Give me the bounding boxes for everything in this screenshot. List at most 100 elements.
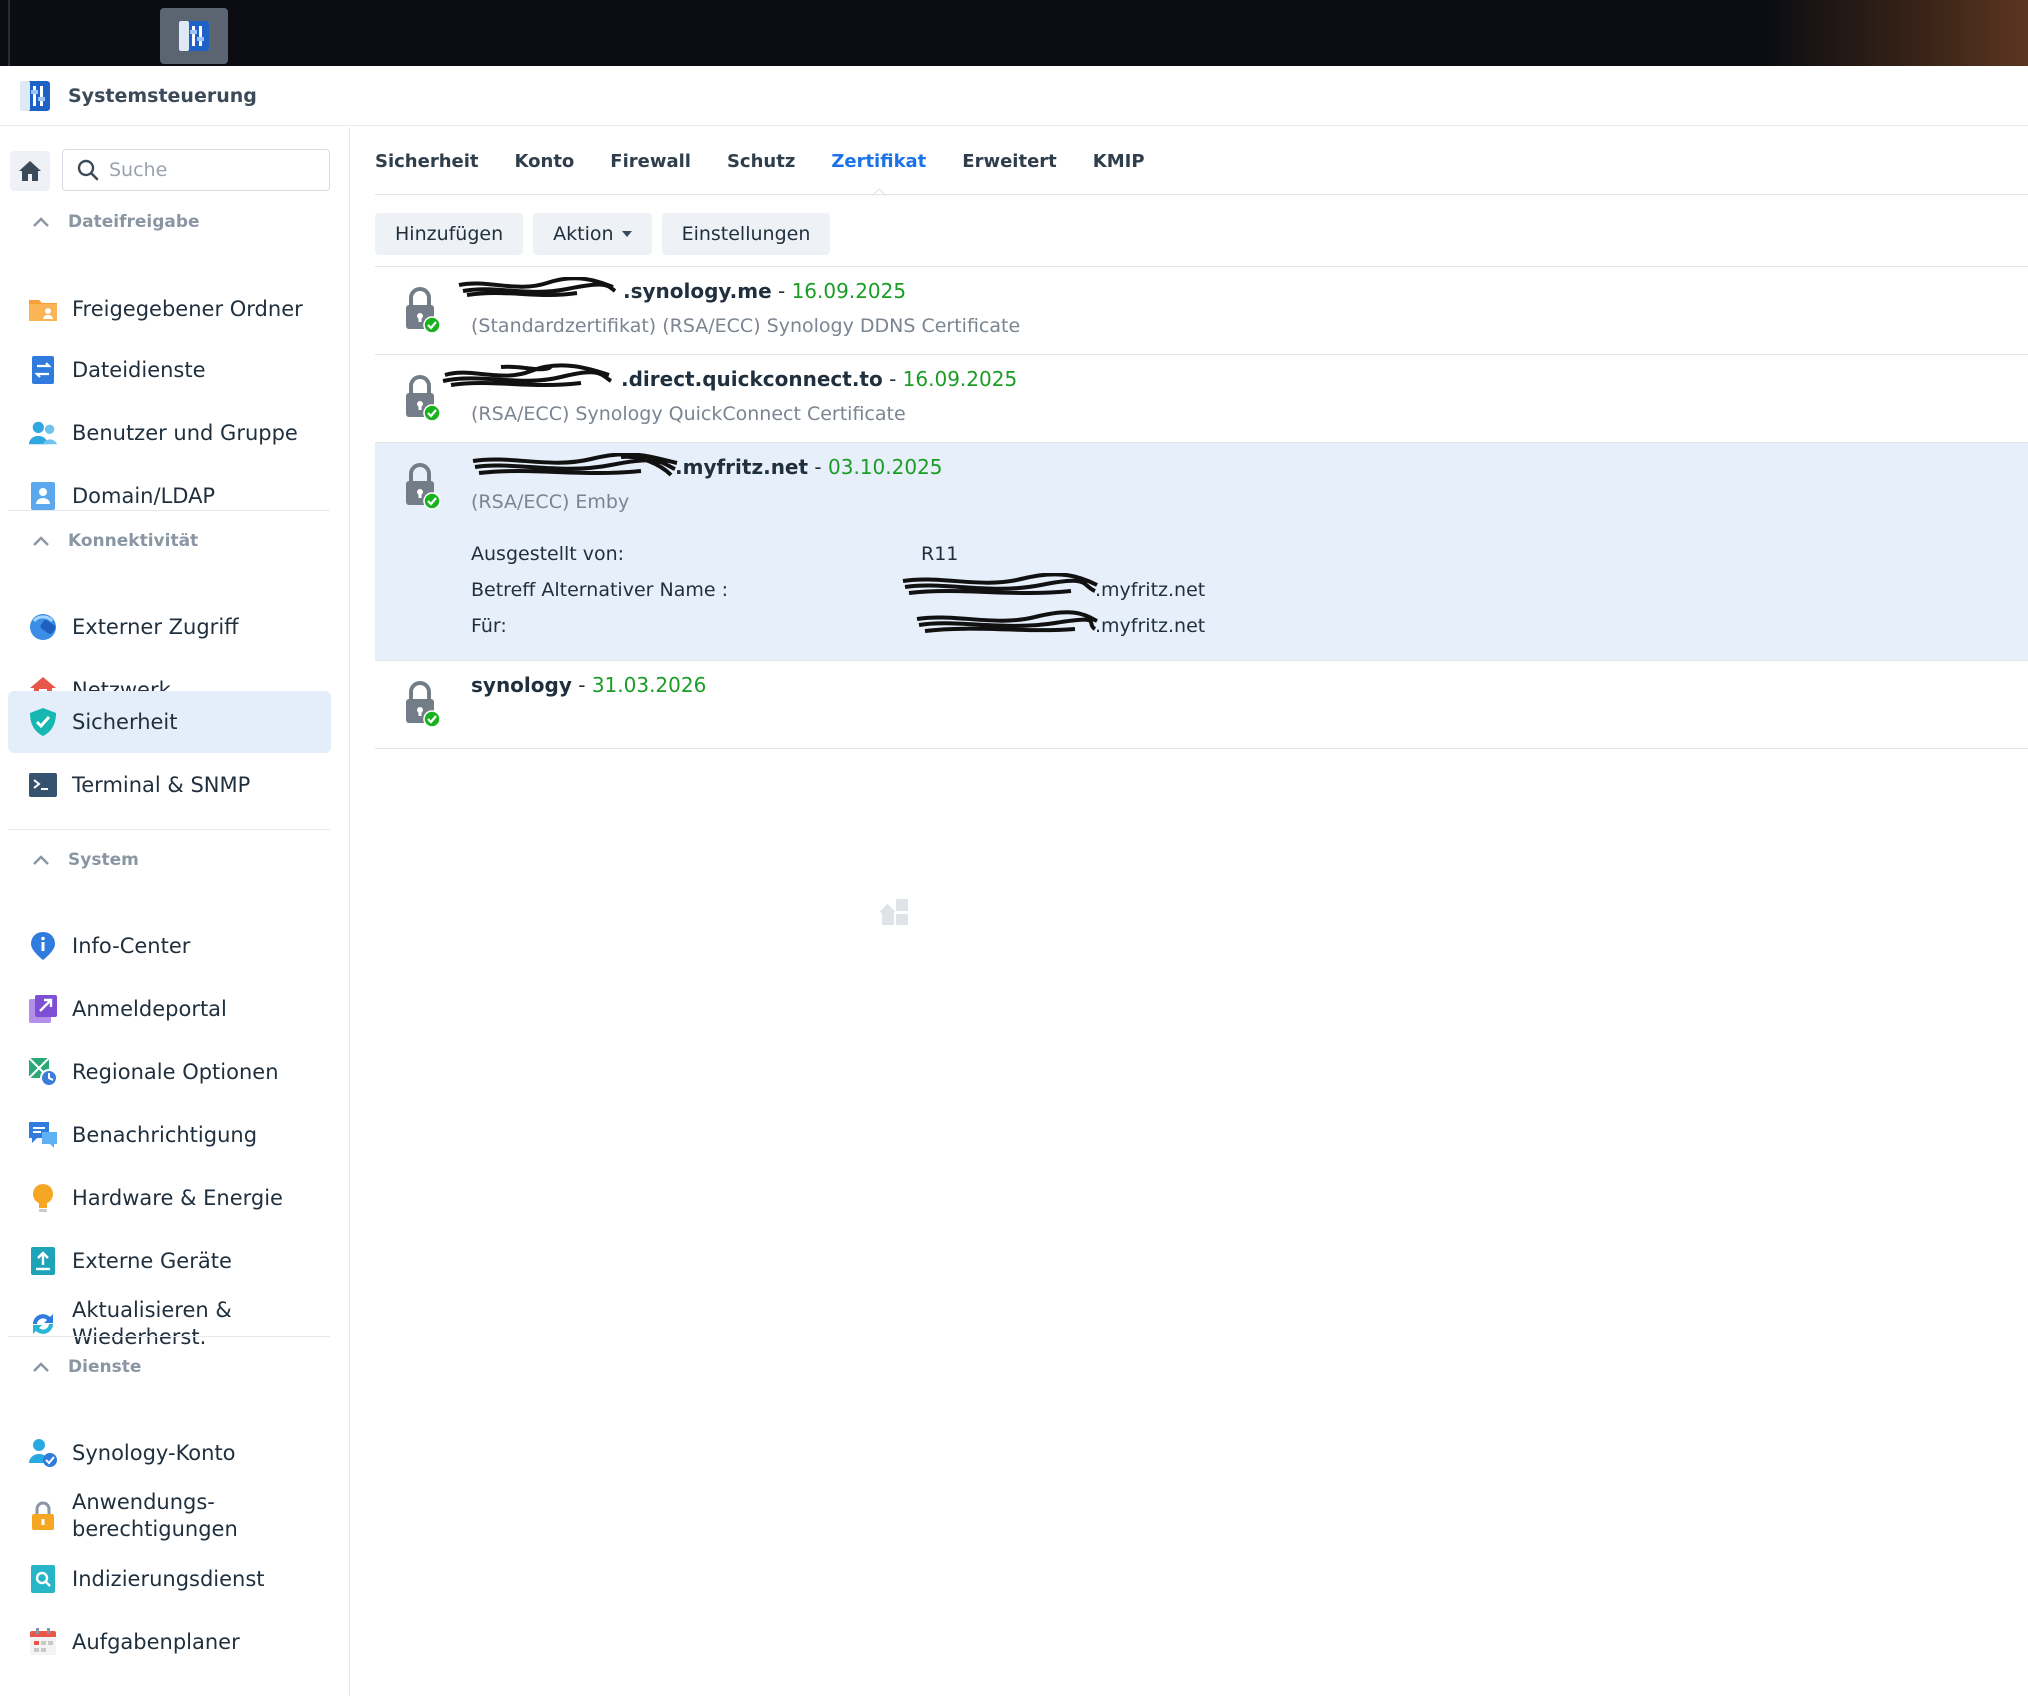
main-panel: Sicherheit Konto Firewall Schutz Zertifi… xyxy=(351,127,2028,1696)
separator: - xyxy=(814,455,822,479)
sidebar-item-info-center[interactable]: Info-Center xyxy=(8,915,331,977)
label-line-2: Wiederherst. xyxy=(72,1325,207,1349)
redaction-scribble xyxy=(442,363,613,387)
tab-bar-divider xyxy=(375,194,2028,195)
search-input[interactable] xyxy=(109,159,309,181)
tab-label: Zertifikat xyxy=(831,150,927,172)
separator: - xyxy=(778,279,786,303)
issued-for-value: .myfritz.net xyxy=(1095,615,1206,637)
section-divider xyxy=(8,1336,330,1337)
certificate-expiry-date: 16.09.2025 xyxy=(902,367,1018,391)
sidebar-item-label: Externer Zugriff xyxy=(72,614,239,639)
search-field[interactable] xyxy=(62,149,330,191)
control-panel-icon xyxy=(20,80,50,111)
toolbar: Hinzufügen Aktion Einstellungen xyxy=(375,213,840,255)
sidebar-item-label: Indizierungsdienst xyxy=(72,1566,265,1591)
sidebar-item-external-devices[interactable]: Externe Geräte xyxy=(8,1230,331,1292)
hardware-power-icon xyxy=(28,1183,58,1213)
sidebar-item-hardware-power[interactable]: Hardware & Energie xyxy=(8,1167,331,1229)
external-access-icon xyxy=(28,612,58,642)
section-title: System xyxy=(68,850,139,870)
certificate-domain: synology xyxy=(471,673,572,697)
caret-down-icon xyxy=(621,231,632,237)
sidebar-item-task-scheduler[interactable]: Aufgabenplaner xyxy=(8,1611,331,1673)
tab-erweitert[interactable]: Erweitert xyxy=(962,151,1056,172)
label-line-2: berechtigungen xyxy=(72,1517,238,1541)
tab-firewall[interactable]: Firewall xyxy=(610,151,691,172)
certificate-expiry-date: 03.10.2025 xyxy=(828,455,943,479)
regional-options-icon xyxy=(28,1057,58,1087)
sidebar-item-notification[interactable]: Benachrichtigung xyxy=(8,1104,331,1166)
sidebar-item-update-restore[interactable]: Aktualisieren & Wiederherst. xyxy=(8,1293,331,1355)
sidebar-item-label: Info-Center xyxy=(72,933,191,958)
separator: - xyxy=(578,673,586,697)
app-privileges-icon xyxy=(28,1501,58,1531)
certificate-domain: .myfritz.net xyxy=(675,455,809,479)
sidebar-item-label: Regionale Optionen xyxy=(72,1059,279,1084)
sidebar-item-security[interactable]: Sicherheit xyxy=(8,691,331,753)
redaction-scribble xyxy=(916,610,1098,633)
sidebar-item-label: Benachrichtigung xyxy=(72,1122,258,1147)
certificate-lock-icon xyxy=(406,681,441,728)
file-services-icon xyxy=(28,355,58,385)
sidebar-item-shared-folder[interactable]: Freigegebener Ordner xyxy=(8,278,331,340)
security-shield-icon xyxy=(28,707,58,737)
separator: - xyxy=(889,367,897,391)
sidebar-item-label: Anmeldeportal xyxy=(72,996,227,1021)
tab-konto[interactable]: Konto xyxy=(515,151,575,172)
home-button[interactable] xyxy=(10,151,50,191)
sidebar-item-regional-options[interactable]: Regionale Optionen xyxy=(8,1041,331,1103)
certificate-description: (Standardzertifikat) (RSA/ECC) Synology … xyxy=(471,315,1021,337)
chevron-up-icon xyxy=(33,536,49,546)
certificate-row[interactable]: .direct.quickconnect.to - 16.09.2025 (RS… xyxy=(375,355,2028,443)
section-header-dienste[interactable]: Dienste xyxy=(32,1352,141,1382)
sidebar-item-indexing[interactable]: Indizierungsdienst xyxy=(8,1548,331,1610)
certificate-lock-icon xyxy=(406,375,441,422)
sidebar-item-users[interactable]: Benutzer und Gruppe xyxy=(8,402,331,464)
tab-zertifikat[interactable]: Zertifikat xyxy=(831,150,927,196)
control-panel-taskbar-button[interactable] xyxy=(160,8,228,64)
sidebar-item-login-portal[interactable]: Anmeldeportal xyxy=(8,978,331,1040)
sidebar: Dateifreigabe Freigegebener Ordner Datei… xyxy=(0,127,350,1696)
certificate-row-selected[interactable]: .myfritz.net - 03.10.2025 (RSA/ECC) Emby… xyxy=(375,443,2028,661)
sidebar-item-label: Benutzer und Gruppe xyxy=(72,420,298,445)
certificate-domain: .direct.quickconnect.to xyxy=(621,367,883,391)
certificate-row[interactable]: .synology.me - 16.09.2025 (Standardzerti… xyxy=(375,267,2028,355)
domain-icon xyxy=(28,481,58,511)
label-line-1: Aktualisieren & xyxy=(72,1298,232,1322)
sidebar-item-external-access[interactable]: Externer Zugriff xyxy=(8,596,331,658)
action-dropdown-button[interactable]: Aktion xyxy=(533,213,652,255)
settings-button[interactable]: Einstellungen xyxy=(661,213,831,255)
section-title: Dienste xyxy=(68,1357,142,1377)
sidebar-item-synology-account[interactable]: Synology-Konto xyxy=(8,1422,331,1484)
sidebar-item-domain[interactable]: Domain/LDAP xyxy=(8,465,331,527)
sidebar-item-label: Aufgabenplaner xyxy=(72,1629,240,1654)
certificate-description: (RSA/ECC) Synology QuickConnect Certific… xyxy=(471,403,906,425)
action-label: Aktion xyxy=(553,223,614,245)
sidebar-item-label: Synology-Konto xyxy=(72,1440,236,1465)
sidebar-item-app-privileges[interactable]: Anwendungs-berechtigungen xyxy=(8,1485,331,1547)
section-divider xyxy=(8,829,330,830)
section-header-dateifreigabe[interactable]: Dateifreigabe xyxy=(32,207,200,237)
add-button[interactable]: Hinzufügen xyxy=(375,213,524,255)
update-restore-icon xyxy=(28,1309,58,1339)
sidebar-item-label: Domain/LDAP xyxy=(72,483,216,508)
section-header-konnektivitaet[interactable]: Konnektivität xyxy=(32,526,198,556)
section-title: Dateifreigabe xyxy=(68,212,200,232)
tab-kmip[interactable]: KMIP xyxy=(1093,151,1145,172)
users-icon xyxy=(28,418,58,448)
tab-schutz[interactable]: Schutz xyxy=(727,151,795,172)
sidebar-item-file-services[interactable]: Dateidienste xyxy=(8,339,331,401)
certificate-title: synology - 31.03.2026 xyxy=(471,673,706,697)
notification-icon xyxy=(28,1120,58,1150)
tab-sicherheit[interactable]: Sicherheit xyxy=(375,151,479,172)
section-divider xyxy=(8,510,330,511)
certificate-row[interactable]: synology - 31.03.2026 xyxy=(375,661,2028,749)
section-header-system[interactable]: System xyxy=(32,845,139,875)
label-line-1: Anwendungs- xyxy=(72,1490,215,1514)
sidebar-item-terminal[interactable]: Terminal & SNMP xyxy=(8,754,331,816)
certificate-description: (RSA/ECC) Emby xyxy=(471,491,630,513)
chevron-up-icon xyxy=(33,1362,49,1372)
task-scheduler-icon xyxy=(28,1627,58,1657)
shared-folder-icon xyxy=(28,294,58,324)
